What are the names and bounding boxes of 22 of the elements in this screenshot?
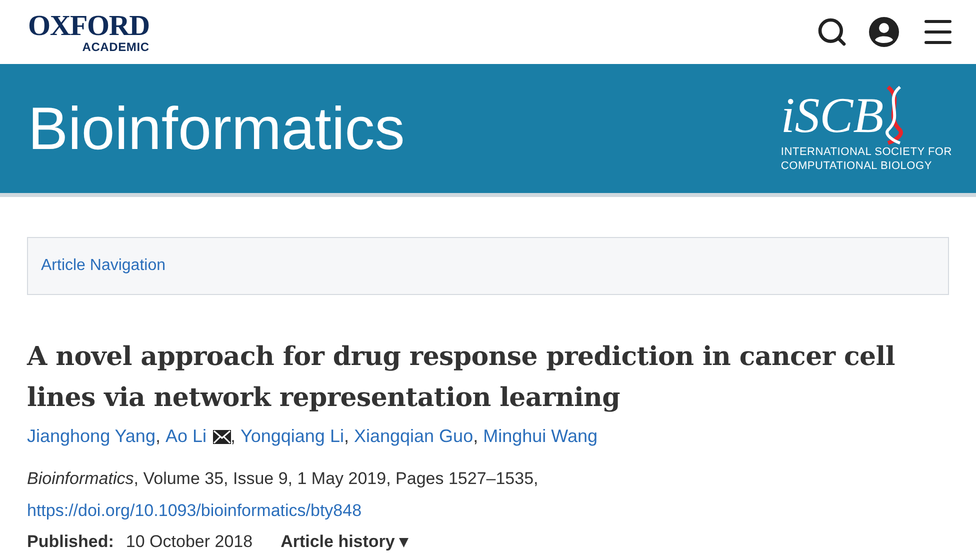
author-separator: , <box>230 425 236 448</box>
author-link[interactable]: Jianghong Yang <box>27 423 156 450</box>
published-date: 10 October 2018 <box>126 531 253 553</box>
published-label: Published: <box>27 531 114 553</box>
article-navigation-bar[interactable]: Article Navigation <box>27 237 949 295</box>
author-link[interactable]: Xiangqian Guo <box>354 423 474 450</box>
citation: Bioinformatics, Volume 35, Issue 9, 1 May 2019, Pages 1527–1535, <box>27 468 540 490</box>
article-history-toggle[interactable]: Article history ▾ <box>280 529 409 554</box>
article-title: A novel approach for drug response prediction in cancer cell lines via network representation learning <box>27 341 896 415</box>
author-link[interactable]: Yongqiang Li <box>240 423 344 450</box>
author-link[interactable]: Ao Li <box>165 423 206 450</box>
article-navigation-label[interactable]: Article Navigation <box>41 254 166 278</box>
author-separator: , <box>473 425 478 448</box>
society-name: INTERNATIONAL SOCIETY FOR <box>780 144 952 158</box>
society-logo[interactable]: iSCB <box>780 90 884 140</box>
author-link[interactable]: Minghui Wang <box>483 423 598 450</box>
author-separator: , <box>155 425 160 448</box>
doi-link[interactable]: https://doi.org/10.1093/bioinformatics/bty848 <box>27 498 949 523</box>
journal-title[interactable]: Bioinformatics <box>28 98 405 158</box>
author-separator: , <box>344 425 349 448</box>
society-name: COMPUTATIONAL BIOLOGY <box>780 158 932 172</box>
publisher-logo[interactable]: OXFORD ACADEMIC <box>28 12 150 52</box>
